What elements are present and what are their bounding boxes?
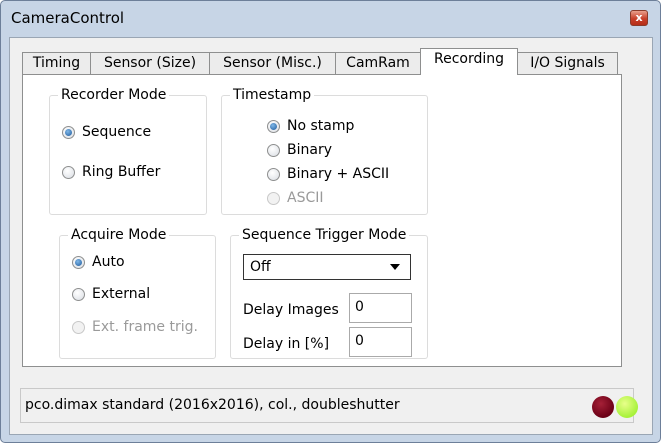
recorder-mode-title: Recorder Mode xyxy=(58,87,170,103)
radio-label: Binary + ASCII xyxy=(287,166,390,182)
acquire-mode-group: Acquire Mode Auto External Ext. frame tr… xyxy=(59,227,216,359)
radio-auto[interactable]: Auto xyxy=(72,254,125,270)
tab-label: CamRam xyxy=(346,55,410,71)
radio-button-checked[interactable] xyxy=(62,125,75,139)
close-button[interactable]: x xyxy=(630,10,648,26)
radio-binary[interactable]: Binary xyxy=(267,142,332,158)
radio-ascii: ASCII xyxy=(267,190,324,206)
recording-panel: Recorder Mode Sequence Ring Buffer Times… xyxy=(22,74,622,367)
radio-no-stamp[interactable]: No stamp xyxy=(267,118,354,134)
status-led-red xyxy=(592,396,614,418)
sequence-trigger-select[interactable]: Off xyxy=(243,254,411,280)
radio-ext-frame-trig: Ext. frame trig. xyxy=(72,319,198,335)
tab-camram[interactable]: CamRam xyxy=(335,52,421,74)
recorder-mode-group: Recorder Mode Sequence Ring Buffer xyxy=(49,87,207,215)
radio-button-disabled xyxy=(72,320,85,334)
camera-control-window: CameraControl x Timing Sensor (Size) Sen… xyxy=(0,0,661,443)
camera-description: pco.dimax standard (2016x2016), col., do… xyxy=(25,397,400,413)
radio-external[interactable]: External xyxy=(72,286,150,302)
radio-label: External xyxy=(92,286,151,302)
delay-percent-label: Delay in [%] xyxy=(243,336,330,352)
select-value: Off xyxy=(250,259,271,275)
radio-ring-buffer[interactable]: Ring Buffer xyxy=(62,164,160,180)
radio-label: ASCII xyxy=(287,190,324,206)
close-icon: x xyxy=(635,11,643,24)
acquire-mode-title: Acquire Mode xyxy=(68,227,170,243)
timestamp-group: Timestamp No stamp Binary Binary + ASCII… xyxy=(221,87,428,215)
tab-label: Timing xyxy=(32,55,81,71)
delay-percent-input[interactable]: 0 xyxy=(349,327,412,357)
status-led-green xyxy=(616,396,638,418)
delay-images-input[interactable]: 0 xyxy=(349,293,412,323)
dropdown-arrow-icon xyxy=(390,264,400,270)
sequence-trigger-group: Sequence Trigger Mode Off Delay Images 0… xyxy=(230,227,428,359)
tab-timing[interactable]: Timing xyxy=(22,52,91,74)
radio-button[interactable] xyxy=(72,287,85,301)
radio-label: Auto xyxy=(92,254,125,270)
radio-binary-ascii[interactable]: Binary + ASCII xyxy=(267,166,389,182)
radio-label: Sequence xyxy=(82,124,152,140)
tab-sensor-misc[interactable]: Sensor (Misc.) xyxy=(209,52,336,74)
tab-io-signals[interactable]: I/O Signals xyxy=(517,52,618,74)
radio-button[interactable] xyxy=(62,165,75,179)
radio-label: Ring Buffer xyxy=(82,164,161,180)
radio-label: No stamp xyxy=(287,118,355,134)
tab-label: I/O Signals xyxy=(530,55,605,71)
radio-button[interactable] xyxy=(267,143,280,157)
delay-images-label: Delay Images xyxy=(243,302,339,318)
radio-sequence[interactable]: Sequence xyxy=(62,124,151,140)
tab-label: Sensor (Misc.) xyxy=(223,55,322,71)
status-bar: pco.dimax standard (2016x2016), col., do… xyxy=(20,388,638,423)
radio-button[interactable] xyxy=(267,167,280,181)
radio-label: Ext. frame trig. xyxy=(92,319,198,335)
sequence-trigger-title: Sequence Trigger Mode xyxy=(239,227,410,243)
radio-button-checked[interactable] xyxy=(72,255,85,269)
title-bar[interactable]: CameraControl x xyxy=(1,1,660,37)
window-title: CameraControl xyxy=(11,9,125,27)
tab-label: Sensor (Size) xyxy=(103,55,197,71)
timestamp-title: Timestamp xyxy=(230,87,315,103)
radio-button-checked[interactable] xyxy=(267,119,280,133)
radio-button-disabled xyxy=(267,191,280,205)
tab-recording[interactable]: Recording xyxy=(420,48,518,75)
radio-label: Binary xyxy=(287,142,332,158)
tab-sensor-size[interactable]: Sensor (Size) xyxy=(90,52,210,74)
tab-label: Recording xyxy=(433,51,505,67)
client-area: Timing Sensor (Size) Sensor (Misc.) CamR… xyxy=(9,37,653,435)
